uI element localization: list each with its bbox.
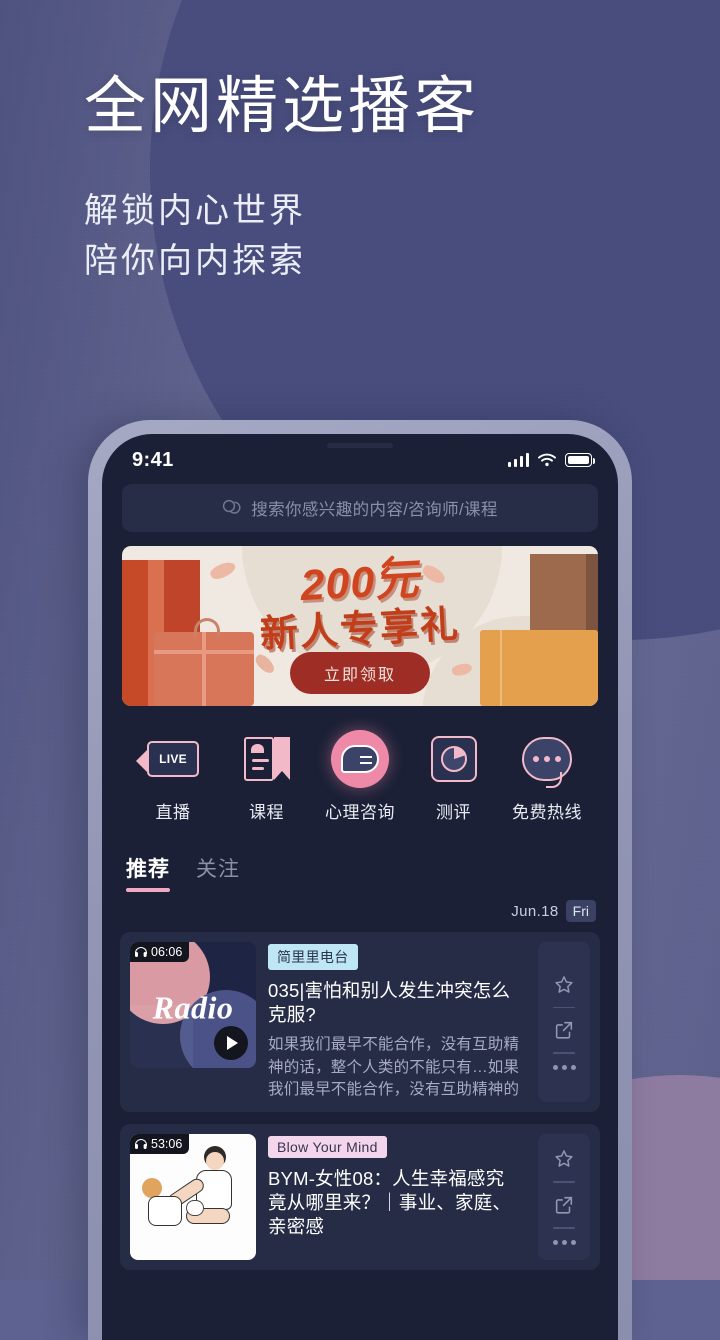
feed-date: Jun.18 Fri — [102, 892, 618, 922]
rail-divider — [553, 1227, 575, 1229]
status-bar-time: 9:41 — [132, 448, 174, 471]
channel-tag[interactable]: Blow Your Mind — [268, 1135, 387, 1158]
app-logo-icon — [223, 499, 241, 514]
promo-banner-section: 200元 新人专享礼 立即领取 — [102, 532, 618, 706]
more-options-icon[interactable] — [552, 1064, 576, 1070]
duration-badge: 06:06 — [130, 942, 190, 962]
category-item-course[interactable]: 课程 — [224, 732, 310, 823]
episode-body: Blow Your Mind BYM-女性08：人生幸福感究竟从哪里来？｜事业、… — [268, 1134, 526, 1260]
channel-tag[interactable]: 简里里电台 — [268, 944, 358, 970]
category-label: 直播 — [155, 803, 191, 822]
episode-description: 如果我们最早不能合作，没有互助精神的话，整个人类的不能只有…如果我们最早不能合作… — [268, 1036, 520, 1099]
duration-badge: 53:06 — [130, 1133, 190, 1154]
status-bar-icons — [507, 453, 596, 467]
radio-artwork-label: Radio — [152, 989, 234, 1026]
promo-banner[interactable]: 200元 新人专享礼 立即领取 — [122, 546, 598, 706]
duration-text: 53:06 — [151, 1136, 183, 1151]
status-bar: 9:41 — [102, 434, 618, 480]
feed-date-day-badge: Fri — [565, 900, 596, 922]
favorite-star-icon[interactable] — [553, 974, 575, 996]
search-section: 搜索你感兴趣的内容/咨询师/课程 — [102, 480, 618, 532]
episode-title: BYM-女性08：人生幸福感究竟从哪里来？｜事业、家庭、亲密感 — [268, 1167, 512, 1237]
category-item-counseling[interactable]: 心理咨询 — [317, 730, 403, 823]
wifi-icon — [538, 453, 556, 467]
search-input[interactable]: 搜索你感兴趣的内容/咨询师/课程 — [122, 484, 598, 532]
feed-card[interactable]: 53:06 Blow Your Mind BYM-女性08：人生幸福感究竟从哪里… — [120, 1123, 600, 1270]
category-label: 测评 — [436, 803, 471, 822]
signal-bars-icon — [507, 453, 529, 467]
tab-following[interactable]: 关注 — [196, 853, 240, 892]
tab-recommend[interactable]: 推荐 — [126, 853, 170, 892]
phone-mockup: 9:41 搜索你感兴趣的内容/咨询师/课程 200元 新人专享礼 立即领取 LI… — [88, 420, 632, 1340]
search-placeholder: 搜索你感兴趣的内容/咨询师/课程 — [251, 501, 498, 519]
rail-divider — [553, 1052, 575, 1054]
book-icon — [224, 732, 310, 786]
play-button[interactable] — [214, 1026, 248, 1060]
banner-cta-button[interactable]: 立即领取 — [289, 652, 431, 694]
category-item-hotline[interactable]: 免费热线 — [504, 732, 590, 823]
headphones-icon — [135, 1138, 147, 1149]
feed-card[interactable]: Radio 06:06 简里里电台 035|害怕和别人发生冲突怎么克服? 如果我… — [120, 932, 600, 1112]
promo-subtitle-line-1: 解锁内心世界 — [84, 192, 306, 231]
live-badge-label: LIVE — [159, 752, 187, 766]
banner-text: 200元 新人专享礼 — [122, 556, 598, 656]
promo-subtitle: 解锁内心世界 陪你向内探索 — [84, 187, 684, 286]
feed-date-text: Jun.18 — [511, 902, 559, 920]
promo-copy: 全网精选播客 解锁内心世界 陪你向内探索 — [84, 72, 684, 286]
episode-title: 035|害怕和别人发生冲突怎么克服? — [268, 980, 511, 1026]
category-label: 心理咨询 — [325, 803, 395, 822]
rail-divider — [553, 1181, 575, 1183]
headset-chat-icon — [504, 732, 590, 788]
category-label: 课程 — [249, 803, 284, 822]
category-item-assessment[interactable]: 测评 — [411, 732, 497, 823]
live-camera-icon: LIVE — [130, 732, 216, 786]
speech-bubble-icon — [317, 730, 403, 788]
phone-screen: 9:41 搜索你感兴趣的内容/咨询师/课程 200元 新人专享礼 立即领取 LI… — [102, 434, 618, 1340]
rail-divider — [553, 1006, 575, 1009]
category-item-live[interactable]: LIVE 直播 — [130, 732, 216, 823]
episode-action-rail — [538, 1133, 590, 1260]
promo-subtitle-line-2: 陪你向内探索 — [84, 241, 306, 280]
headphones-icon — [135, 947, 147, 957]
category-label: 免费热线 — [512, 803, 582, 822]
episode-thumbnail[interactable]: Radio 06:06 — [130, 942, 256, 1068]
favorite-star-icon[interactable] — [553, 1148, 575, 1170]
episode-thumbnail[interactable]: 53:06 — [130, 1133, 256, 1260]
episode-action-rail — [538, 942, 590, 1102]
duration-text: 06:06 — [151, 945, 183, 959]
share-icon[interactable] — [553, 1019, 575, 1041]
more-options-icon[interactable] — [552, 1239, 576, 1245]
battery-icon — [565, 453, 596, 467]
feed-tabs: 推荐 关注 — [102, 823, 618, 892]
feed-list: Radio 06:06 简里里电台 035|害怕和别人发生冲突怎么克服? 如果我… — [102, 922, 618, 1270]
page-title: 全网精选播客 — [84, 72, 481, 141]
episode-body: 简里里电台 035|害怕和别人发生冲突怎么克服? 如果我们最早不能合作，没有互助… — [268, 942, 526, 1102]
category-nav: LIVE 直播 课程 心理咨询 测评 免费热线 — [102, 706, 618, 823]
pie-chart-icon — [411, 732, 497, 786]
share-icon[interactable] — [553, 1194, 575, 1216]
